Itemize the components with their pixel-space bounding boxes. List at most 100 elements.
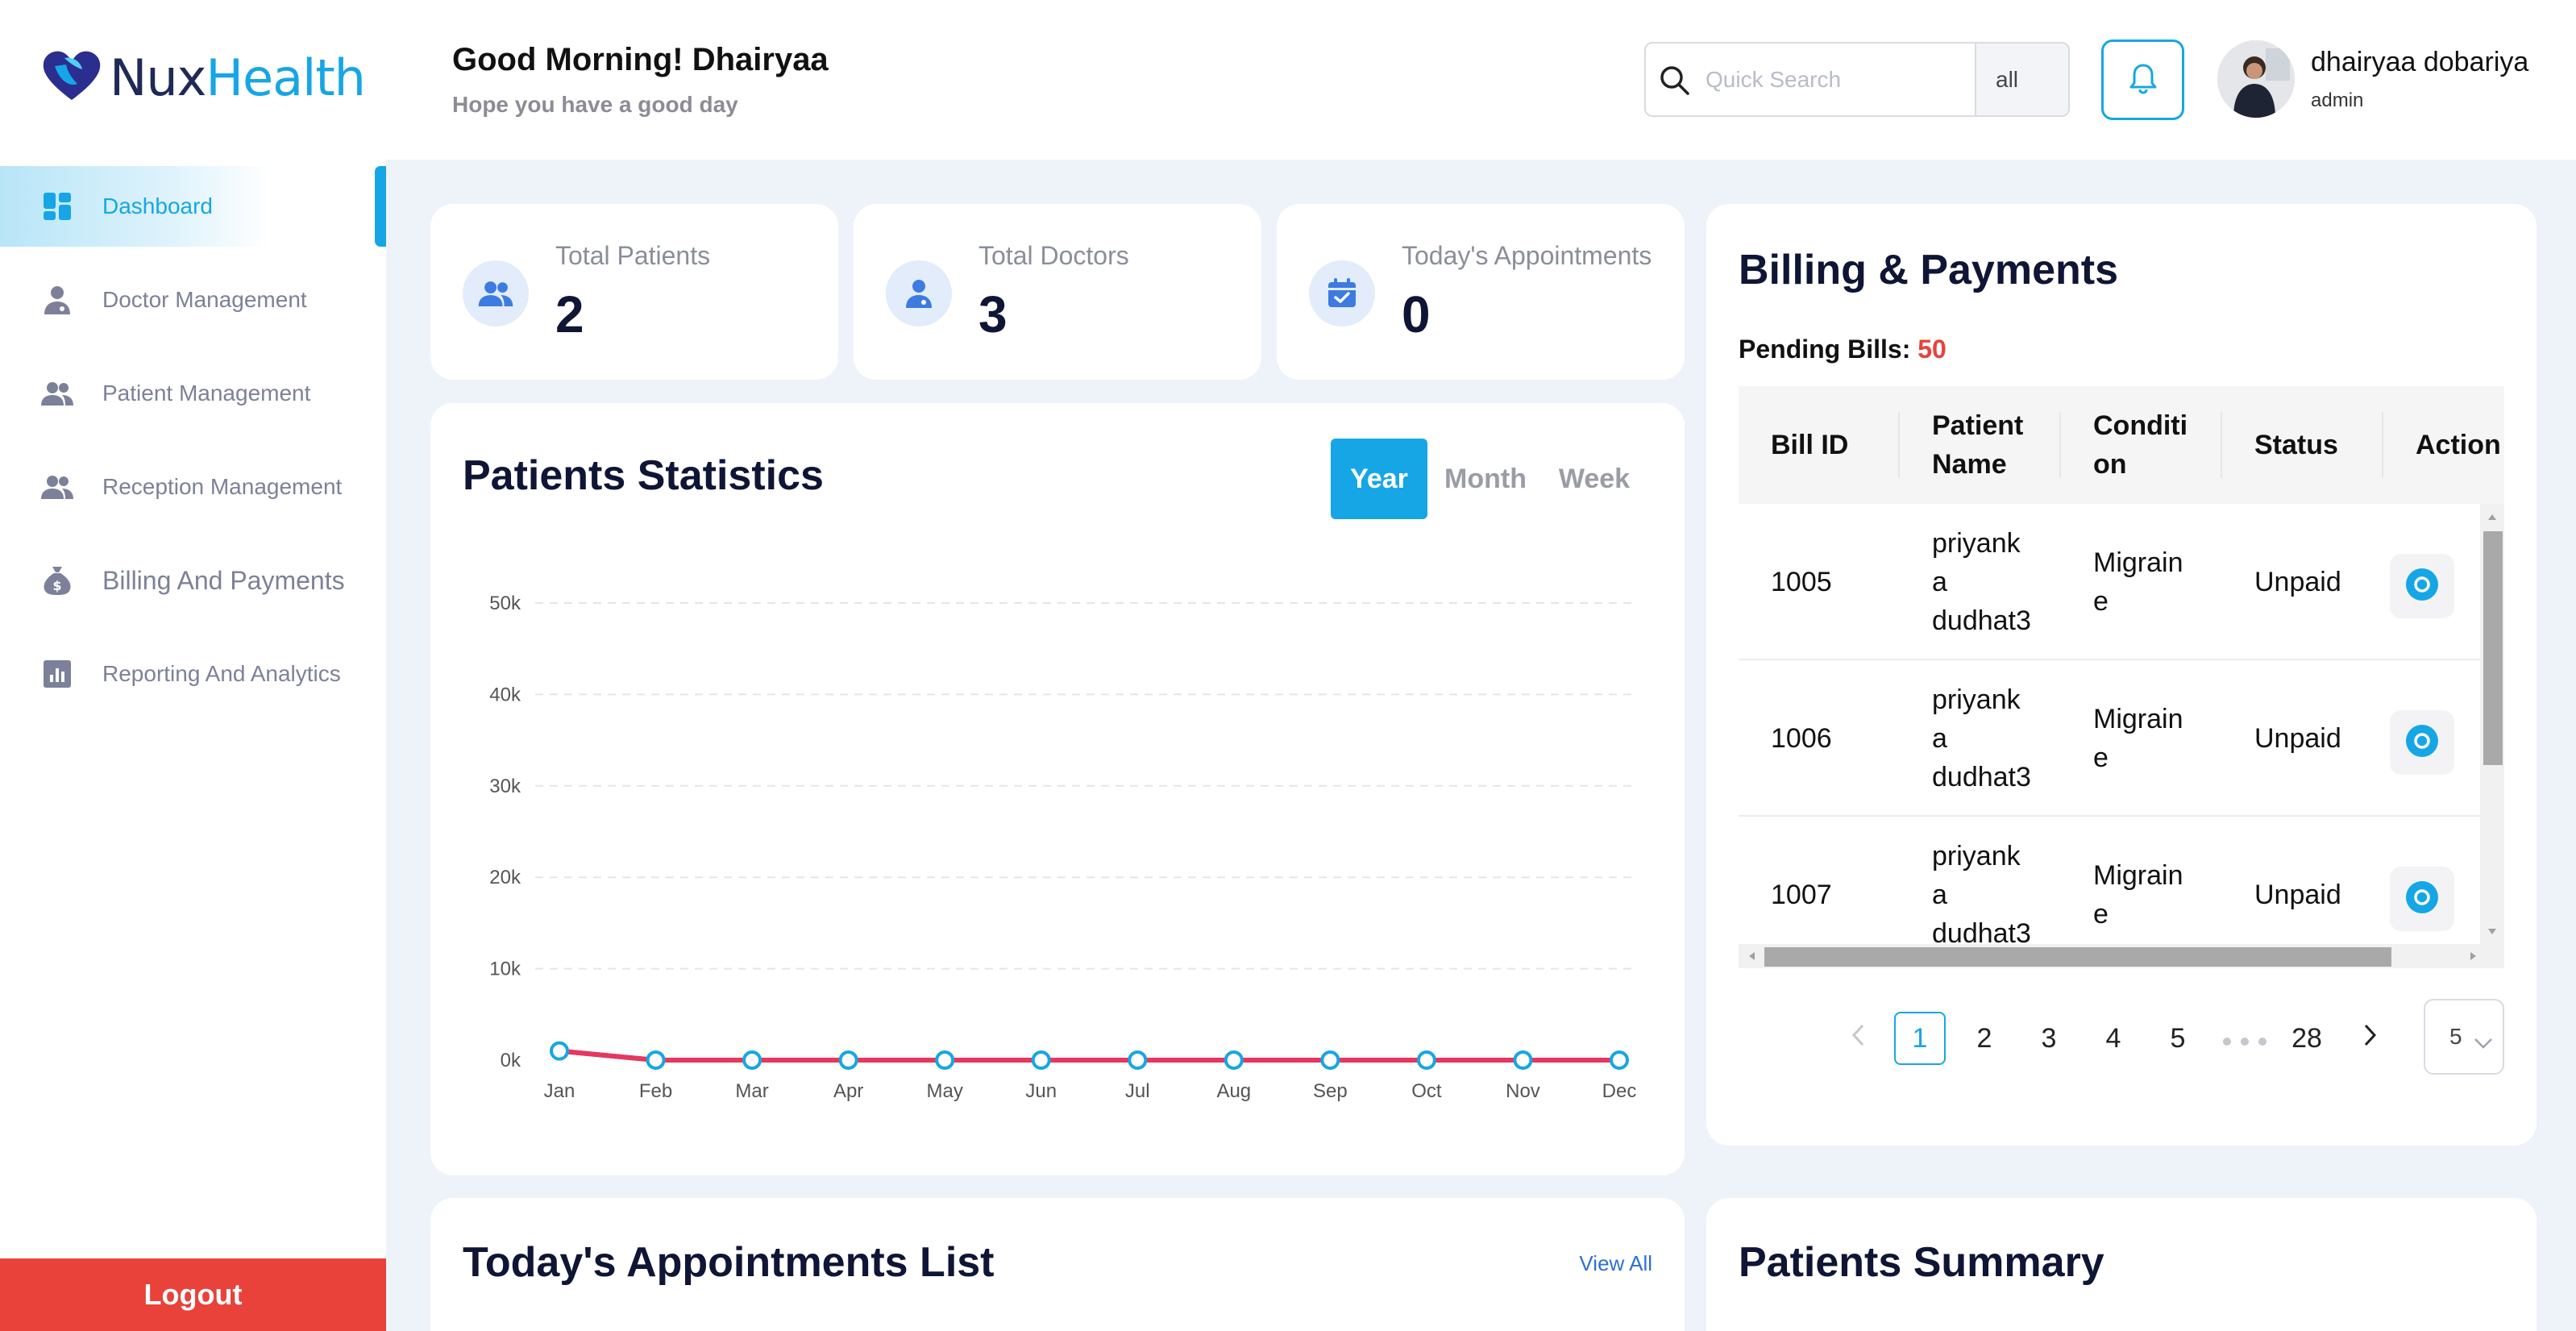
stat-value: 0	[1402, 285, 1431, 343]
data-point	[646, 1050, 666, 1070]
greeting-title: Good Morning! Dhairyaa	[452, 42, 829, 77]
table-body: 1005 priyank a dudhat3 Migrain e Unpaid …	[1739, 504, 2480, 944]
data-point	[1128, 1050, 1148, 1070]
card-title: Billing & Payments	[1739, 247, 2118, 293]
data-point	[1610, 1050, 1629, 1070]
view-bill-button[interactable]	[2390, 710, 2454, 775]
x-tick-label: Dec	[1602, 1080, 1637, 1102]
condition-cell: Migrain e	[2093, 547, 2183, 617]
stat-card-total-patients: Total Patients 2	[430, 204, 838, 380]
data-point	[935, 1050, 955, 1070]
search-input[interactable]: Quick Search	[1702, 44, 1975, 115]
notifications-button[interactable]	[2101, 40, 2184, 120]
x-tick-label: Jan	[544, 1080, 575, 1102]
data-point	[838, 1050, 858, 1070]
x-tick-label: May	[927, 1080, 963, 1102]
more-pages-button[interactable]	[2219, 1012, 2271, 1065]
y-tick-label: 20k	[489, 867, 521, 888]
next-page-button[interactable]	[2350, 1012, 2390, 1065]
page-5-button[interactable]: 5	[2152, 1012, 2204, 1065]
logout-button[interactable]: Logout	[0, 1258, 386, 1331]
patient-name-cell: priyank a dudhat3	[1932, 528, 2031, 636]
x-tick-label: Jun	[1025, 1080, 1057, 1102]
view-bill-button[interactable]	[2390, 867, 2454, 931]
doctor-icon	[40, 283, 74, 317]
bell-icon	[2129, 62, 2158, 98]
sidebar-item-reception-management[interactable]: Reception Management	[0, 447, 386, 527]
page-3-button[interactable]: 3	[2023, 1012, 2075, 1065]
column-header-condition[interactable]: Conditi on	[2093, 386, 2194, 504]
x-tick-label: Apr	[833, 1080, 863, 1102]
scrollbar-thumb[interactable]	[1764, 947, 2391, 967]
column-header-patient-name[interactable]: Patient Name	[1932, 386, 2053, 504]
sidebar-item-dashboard[interactable]: Dashboard	[0, 166, 386, 247]
analytics-icon	[40, 657, 74, 691]
data-point	[1416, 1050, 1436, 1070]
condition-cell: Migrain e	[2093, 860, 2183, 930]
data-point	[1320, 1050, 1340, 1070]
heart-hand-logo-icon	[40, 48, 103, 107]
chevron-down-icon	[2474, 1029, 2493, 1055]
page-size-select[interactable]: 5	[2424, 999, 2504, 1075]
view-all-link[interactable]: View All	[1579, 1251, 1652, 1276]
card-title: Today's Appointments List	[463, 1239, 995, 1286]
patients-icon	[463, 260, 529, 327]
y-tick-label: 10k	[489, 959, 521, 980]
stat-value: 2	[555, 285, 584, 343]
stat-card-todays-appointments: Today's Appointments 0	[1277, 204, 1685, 380]
greeting-subtitle: Hope you have a good day	[452, 92, 738, 117]
sidebar-item-billing-and-payments[interactable]: $ Billing And Payments	[0, 540, 386, 621]
todays-appointments-card: Today's Appointments List View All	[430, 1198, 1685, 1331]
prev-page-button[interactable]	[1839, 1012, 1879, 1065]
sidebar-item-label: Reception Management	[102, 474, 343, 499]
bill-id-cell: 1007	[1771, 880, 1832, 910]
horizontal-scrollbar[interactable]	[1739, 944, 2504, 968]
patient-name-cell: priyank a dudhat3	[1932, 684, 2031, 792]
column-header-bill-id[interactable]: Bill ID	[1771, 386, 1892, 504]
stat-label: Today's Appointments	[1402, 241, 1652, 270]
pending-bills-count: 50	[1917, 335, 1947, 364]
patients-statistics-card: Patients Statistics Year Month Week 0k 10…	[430, 403, 1685, 1175]
sidebar-item-reporting-and-analytics[interactable]: Reporting And Analytics	[0, 634, 386, 714]
card-title: Patients Summary	[1739, 1239, 2104, 1286]
search-filter-select[interactable]: all	[1975, 44, 2068, 115]
data-point	[550, 1041, 569, 1061]
scrollbar-thumb[interactable]	[2483, 531, 2503, 765]
status-cell: Unpaid	[2254, 723, 2341, 754]
svg-text:$: $	[52, 578, 61, 593]
y-tick-label: 30k	[489, 776, 521, 797]
sidebar-item-label: Doctor Management	[102, 287, 307, 312]
reception-icon	[40, 470, 74, 504]
billing-table: Bill ID Patient Name Conditi on Status A…	[1739, 386, 2504, 984]
brand-logo[interactable]: NuxHealth	[40, 48, 366, 107]
user-profile[interactable]: dhairyaa dobariya admin	[2217, 40, 2528, 118]
column-header-status[interactable]: Status	[2254, 386, 2375, 504]
table-row: 1007 priyank a dudhat3 Migrain e Unpaid	[1739, 817, 2480, 944]
calendar-check-icon	[1309, 260, 1375, 327]
eye-icon	[2405, 880, 2439, 918]
data-point	[1513, 1050, 1533, 1070]
x-tick-label: Sep	[1313, 1080, 1348, 1102]
page-2-button[interactable]: 2	[1959, 1012, 2010, 1065]
page-1-button[interactable]: 1	[1894, 1012, 1946, 1065]
eye-icon	[2405, 568, 2439, 605]
column-header-action[interactable]: Action	[2416, 386, 2504, 504]
sidebar-item-patient-management[interactable]: Patient Management	[0, 353, 386, 434]
bill-id-cell: 1006	[1771, 723, 1832, 754]
page-last-button[interactable]: 28	[2281, 1012, 2333, 1065]
view-bill-button[interactable]	[2390, 554, 2454, 618]
x-tick-label: Feb	[639, 1080, 672, 1102]
vertical-scrollbar[interactable]	[2480, 504, 2504, 944]
sidebar-item-doctor-management[interactable]: Doctor Management	[0, 260, 386, 340]
bill-id-cell: 1005	[1771, 567, 1832, 597]
chevron-left-icon	[1850, 1023, 1868, 1054]
series-line	[559, 1048, 1619, 1063]
stat-card-total-doctors: Total Doctors 3	[854, 204, 1261, 380]
sidebar-item-label: Patient Management	[102, 381, 311, 406]
stat-value: 3	[978, 285, 1008, 343]
condition-cell: Migrain e	[2093, 704, 2183, 773]
eye-icon	[2405, 724, 2439, 762]
page-4-button[interactable]: 4	[2088, 1012, 2139, 1065]
data-point	[1031, 1050, 1051, 1070]
x-tick-label: Oct	[1411, 1080, 1442, 1102]
